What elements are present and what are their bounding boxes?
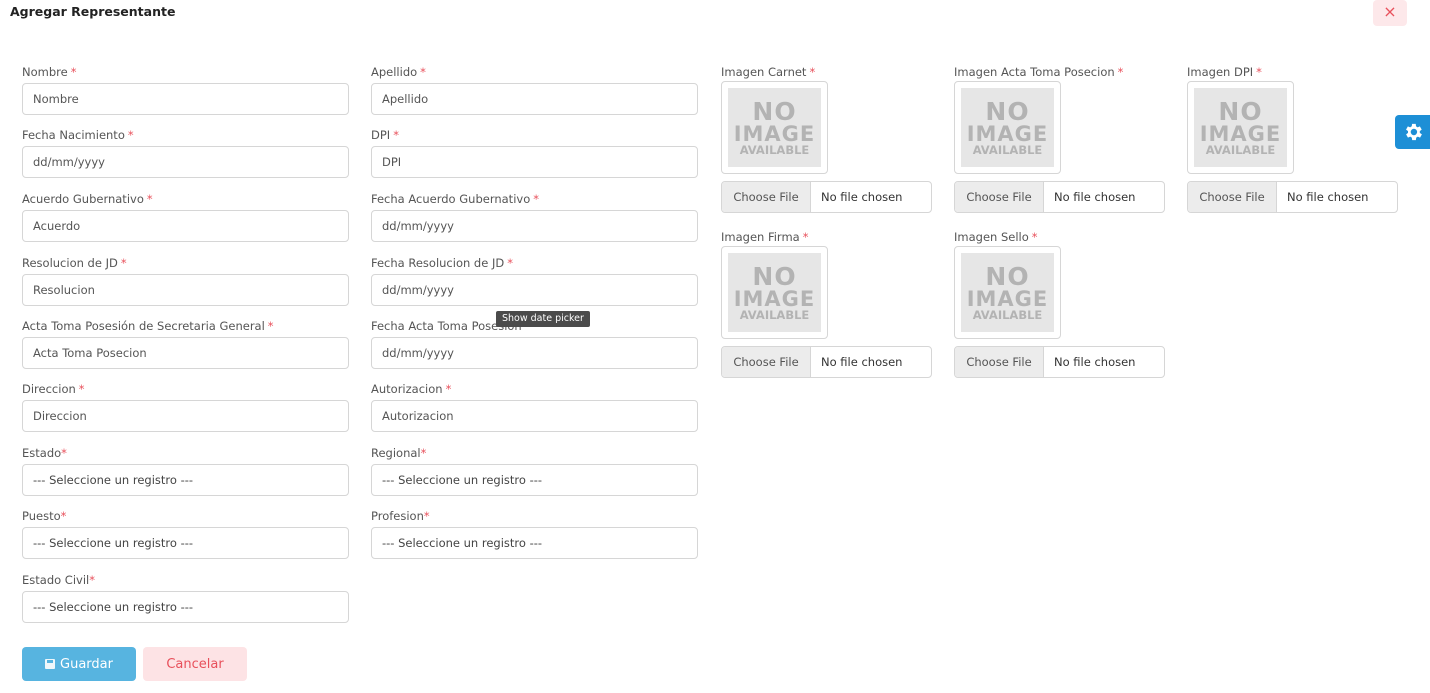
direccion-field: Direccion * Direccion bbox=[22, 382, 349, 432]
no-image-placeholder: NO IMAGE AVAILABLE bbox=[728, 253, 821, 332]
resolucion-jd-field: Resolucion de JD * Resolucion bbox=[22, 256, 349, 306]
puesto-field: Puesto* --- Seleccione un registro --- bbox=[22, 509, 349, 559]
choose-file-button[interactable]: Choose File bbox=[722, 347, 811, 377]
cancel-button-label: Cancelar bbox=[166, 656, 224, 672]
profesion-label: Profesion bbox=[371, 509, 424, 523]
estado-field: Estado* --- Seleccione un registro --- bbox=[22, 446, 349, 496]
estado-label: Estado bbox=[22, 446, 62, 460]
acta-toma-posesion-label: Acta Toma Posesión de Secretaria General bbox=[22, 319, 265, 333]
imagen-dpi-label: Imagen DPI bbox=[1187, 65, 1254, 79]
choose-file-button[interactable]: Choose File bbox=[1188, 182, 1277, 212]
settings-button[interactable] bbox=[1395, 115, 1430, 149]
regional-field: Regional* --- Seleccione un registro --- bbox=[371, 446, 698, 496]
close-button[interactable]: × bbox=[1373, 0, 1407, 26]
file-status: No file chosen bbox=[821, 355, 903, 369]
imagen-firma-file-input[interactable]: Choose File No file chosen bbox=[721, 346, 932, 378]
resolucion-jd-label: Resolucion de JD bbox=[22, 256, 118, 270]
imagen-firma-label: Imagen Firma bbox=[721, 230, 800, 244]
fecha-resolucion-field: Fecha Resolucion de JD * dd/mm/yyyy bbox=[371, 256, 698, 306]
autorizacion-label: Autorizacion bbox=[371, 382, 443, 396]
acta-toma-posesion-field: Acta Toma Posesión de Secretaria General… bbox=[22, 319, 349, 369]
autorizacion-field: Autorizacion * Autorizacion bbox=[371, 382, 698, 432]
choose-file-button[interactable]: Choose File bbox=[722, 182, 811, 212]
fecha-nacimiento-input[interactable]: dd/mm/yyyy bbox=[22, 146, 349, 178]
fecha-acuerdo-field: Fecha Acuerdo Gubernativo * dd/mm/yyyy bbox=[371, 192, 698, 242]
regional-select[interactable]: --- Seleccione un registro --- bbox=[371, 464, 698, 496]
resolucion-jd-input[interactable]: Resolucion bbox=[22, 274, 349, 306]
profesion-select[interactable]: --- Seleccione un registro --- bbox=[371, 527, 698, 559]
imagen-carnet-file-input[interactable]: Choose File No file chosen bbox=[721, 181, 932, 213]
imagen-dpi-preview: NO IMAGE AVAILABLE bbox=[1187, 81, 1294, 174]
puesto-select[interactable]: --- Seleccione un registro --- bbox=[22, 527, 349, 559]
estado-select[interactable]: --- Seleccione un registro --- bbox=[22, 464, 349, 496]
imagen-sello-label: Imagen Sello bbox=[954, 230, 1029, 244]
dpi-label: DPI bbox=[371, 128, 391, 142]
imagen-carnet-field: Imagen Carnet * NO IMAGE AVAILABLE Choose… bbox=[721, 65, 932, 213]
dpi-field: DPI * DPI bbox=[371, 128, 698, 178]
fecha-acuerdo-input[interactable]: dd/mm/yyyy bbox=[371, 210, 698, 242]
puesto-label: Puesto bbox=[22, 509, 61, 523]
imagen-sello-preview: NO IMAGE AVAILABLE bbox=[954, 246, 1061, 339]
fecha-resolucion-input[interactable]: dd/mm/yyyy bbox=[371, 274, 698, 306]
profesion-field: Profesion* --- Seleccione un registro --… bbox=[371, 509, 698, 559]
file-status: No file chosen bbox=[1054, 190, 1136, 204]
save-button[interactable]: Guardar bbox=[22, 647, 136, 681]
no-image-placeholder: NO IMAGE AVAILABLE bbox=[961, 88, 1054, 167]
file-status: No file chosen bbox=[1287, 190, 1369, 204]
estado-civil-label: Estado Civil bbox=[22, 573, 90, 587]
no-image-placeholder: NO IMAGE AVAILABLE bbox=[1194, 88, 1287, 167]
imagen-sello-field: Imagen Sello * NO IMAGE AVAILABLE Choose … bbox=[954, 230, 1165, 378]
apellido-input[interactable]: Apellido bbox=[371, 83, 698, 115]
choose-file-button[interactable]: Choose File bbox=[955, 347, 1044, 377]
direccion-label: Direccion bbox=[22, 382, 76, 396]
date-picker-tooltip: Show date picker bbox=[496, 311, 590, 327]
acuerdo-gubernativo-field: Acuerdo Gubernativo * Acuerdo bbox=[22, 192, 349, 242]
fecha-nacimiento-field: Fecha Nacimiento * dd/mm/yyyy bbox=[22, 128, 349, 178]
imagen-acta-file-input[interactable]: Choose File No file chosen bbox=[954, 181, 1165, 213]
file-status: No file chosen bbox=[1054, 355, 1136, 369]
modal-title: Agregar Representante bbox=[10, 4, 176, 19]
fecha-acuerdo-label: Fecha Acuerdo Gubernativo bbox=[371, 192, 531, 206]
imagen-carnet-preview: NO IMAGE AVAILABLE bbox=[721, 81, 828, 174]
close-icon: × bbox=[1383, 2, 1397, 21]
no-image-placeholder: NO IMAGE AVAILABLE bbox=[728, 88, 821, 167]
imagen-dpi-file-input[interactable]: Choose File No file chosen bbox=[1187, 181, 1398, 213]
estado-civil-select[interactable]: --- Seleccione un registro --- bbox=[22, 591, 349, 623]
apellido-field: Apellido * Apellido bbox=[371, 65, 698, 115]
imagen-sello-file-input[interactable]: Choose File No file chosen bbox=[954, 346, 1165, 378]
direccion-input[interactable]: Direccion bbox=[22, 400, 349, 432]
imagen-dpi-field: Imagen DPI * NO IMAGE AVAILABLE Choose Fi… bbox=[1187, 65, 1398, 213]
fecha-resolucion-label: Fecha Resolucion de JD bbox=[371, 256, 505, 270]
no-image-placeholder: NO IMAGE AVAILABLE bbox=[961, 253, 1054, 332]
cancel-button[interactable]: Cancelar bbox=[143, 647, 247, 681]
acuerdo-gubernativo-input[interactable]: Acuerdo bbox=[22, 210, 349, 242]
file-status: No file chosen bbox=[821, 190, 903, 204]
fecha-nacimiento-label: Fecha Nacimiento bbox=[22, 128, 125, 142]
nombre-field: Nombre * Nombre bbox=[22, 65, 349, 115]
imagen-acta-label: Imagen Acta Toma Posecion bbox=[954, 65, 1115, 79]
nombre-label: Nombre bbox=[22, 65, 68, 79]
imagen-firma-field: Imagen Firma * NO IMAGE AVAILABLE Choose … bbox=[721, 230, 932, 378]
nombre-input[interactable]: Nombre bbox=[22, 83, 349, 115]
save-icon bbox=[45, 659, 56, 669]
gear-icon bbox=[1405, 123, 1422, 141]
acta-toma-posesion-input[interactable]: Acta Toma Posecion bbox=[22, 337, 349, 369]
regional-label: Regional bbox=[371, 446, 421, 460]
imagen-acta-field: Imagen Acta Toma Posecion * NO IMAGE AVAI… bbox=[954, 65, 1165, 213]
acuerdo-gubernativo-label: Acuerdo Gubernativo bbox=[22, 192, 144, 206]
estado-civil-field: Estado Civil* --- Seleccione un registro… bbox=[22, 573, 349, 623]
imagen-firma-preview: NO IMAGE AVAILABLE bbox=[721, 246, 828, 339]
fecha-acta-input[interactable]: dd/mm/yyyy bbox=[371, 337, 698, 369]
apellido-label: Apellido bbox=[371, 65, 418, 79]
imagen-carnet-label: Imagen Carnet bbox=[721, 65, 807, 79]
autorizacion-input[interactable]: Autorizacion bbox=[371, 400, 698, 432]
dpi-input[interactable]: DPI bbox=[371, 146, 698, 178]
save-button-label: Guardar bbox=[60, 656, 113, 672]
imagen-acta-preview: NO IMAGE AVAILABLE bbox=[954, 81, 1061, 174]
choose-file-button[interactable]: Choose File bbox=[955, 182, 1044, 212]
